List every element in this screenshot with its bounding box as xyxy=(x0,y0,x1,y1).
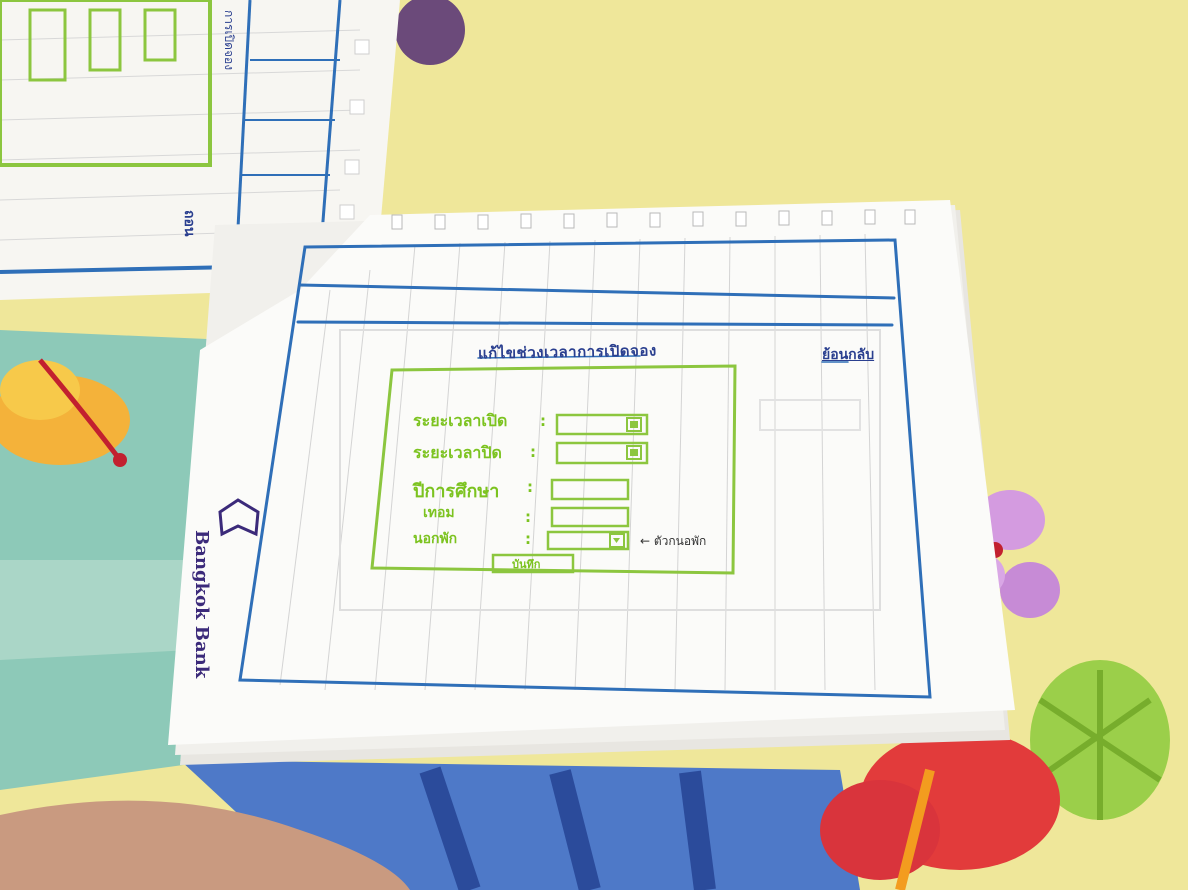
label-close-period: ระยะเวลาปิด xyxy=(413,443,502,462)
label-open-period: ระยะเวลาเปิด xyxy=(413,411,508,430)
notebook-logo-text: Bangkok Bank xyxy=(191,530,212,679)
sketch-save-label: บันทึก xyxy=(512,558,541,571)
colon: : xyxy=(525,508,531,526)
sketch-page-title: แก้ไขช่วงเวลาการเปิดจอง xyxy=(477,341,657,363)
label-dormitory: นอกพัก xyxy=(413,531,458,547)
calendar-icon xyxy=(630,421,638,428)
photo-scene: แก้ไขช่วงเวลาการเปิดจอง ย้อนกลับ ระยะเวล… xyxy=(0,0,1188,890)
label-academic-year: ปีการศึกษา xyxy=(413,481,500,502)
label-term: เทอม xyxy=(423,505,455,521)
sketch-back-link: ย้อนกลับ xyxy=(822,347,875,363)
calendar-icon xyxy=(630,449,638,456)
background-art xyxy=(0,0,1188,890)
colon: : xyxy=(540,412,546,430)
colon: : xyxy=(525,530,531,548)
colon: : xyxy=(530,443,536,461)
top-page-bottom-text: ถอน xyxy=(181,210,197,237)
sketch-annotation: ← ตัวกนอพัก xyxy=(640,534,707,548)
top-page-side-text: การเปิดจอง xyxy=(222,10,236,71)
colon: : xyxy=(527,478,533,496)
